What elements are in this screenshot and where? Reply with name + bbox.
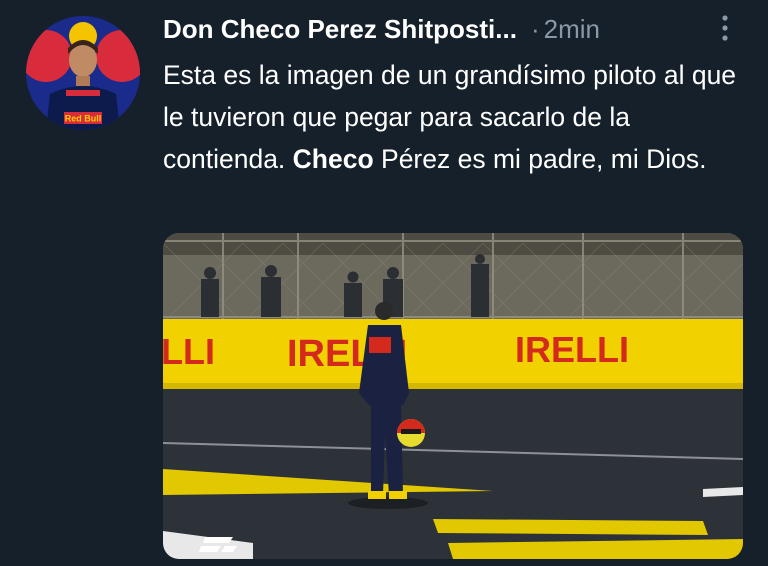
separator-dot: · [530, 13, 540, 44]
author-avatar[interactable]: Red Bull [26, 16, 140, 130]
tweet-text-bold: Checo [292, 144, 374, 174]
more-options-icon[interactable] [713, 11, 737, 45]
avatar-sponsor-text: Red Bull [65, 114, 102, 124]
tweet-header: Don Checo Perez Shitposti... · 2min [163, 12, 753, 46]
avatar-image: Red Bull [26, 16, 140, 130]
tweet-media-image[interactable]: LLI IRELLI IRELLI [163, 233, 743, 559]
tweet-text: Esta es la imagen de un grandísimo pilot… [163, 54, 753, 180]
author-name[interactable]: Don Checo Perez Shitposti... [163, 14, 517, 45]
tweet-timestamp[interactable]: 2min [544, 14, 600, 45]
barrier-text-left: LLI [163, 331, 215, 372]
tweet-text-part-2: Pérez es mi padre, mi Dios. [373, 144, 707, 174]
race-photo: LLI IRELLI IRELLI [163, 233, 743, 559]
barrier-text-right: IRELLI [515, 329, 629, 370]
